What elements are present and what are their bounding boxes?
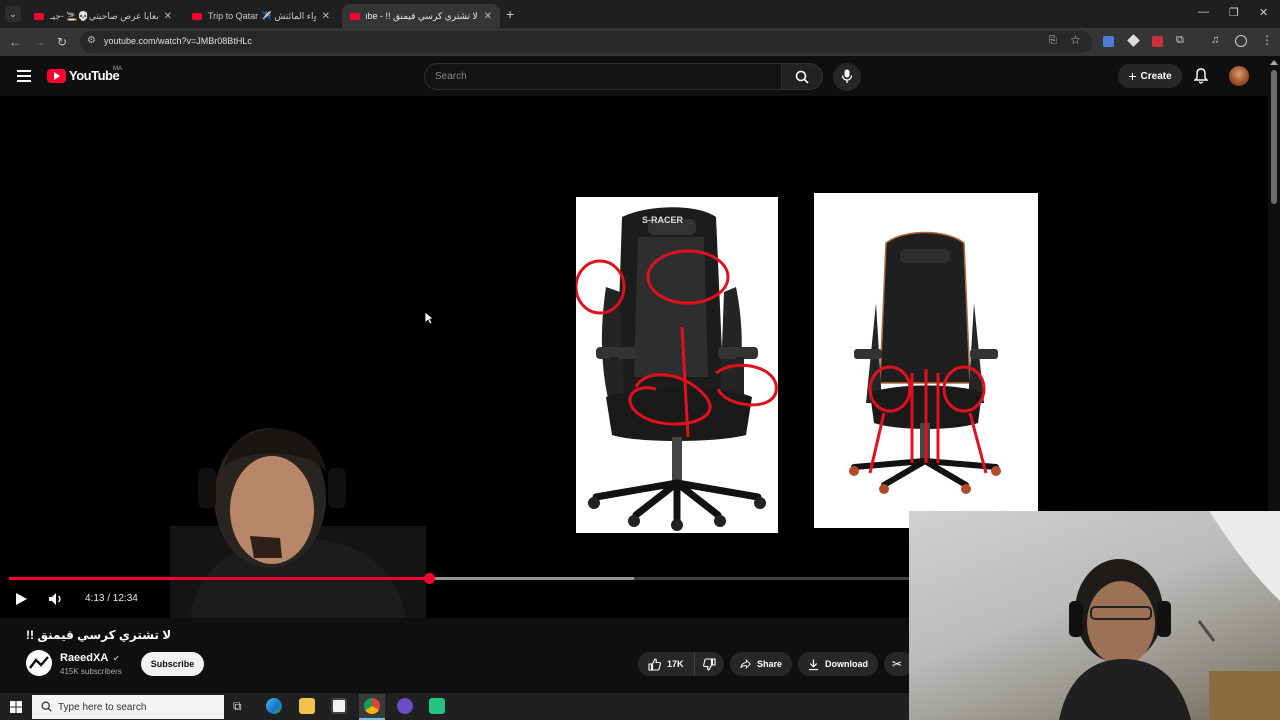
close-icon[interactable]: ✕	[478, 11, 492, 22]
tab-title: دوزو معايا عرص صاحبتي💀🚬 -جيـ	[50, 10, 158, 21]
browser-tab-3-active[interactable]: لا تشتري كرسي قيمنق !! - YouTube ✕	[342, 4, 500, 28]
video-timecode: 4:13 / 12:34	[85, 593, 138, 604]
progress-played	[9, 577, 429, 580]
extension-red-icon[interactable]	[1152, 36, 1163, 47]
subscribe-button[interactable]: Subscribe	[141, 652, 204, 676]
search-button[interactable]	[781, 63, 823, 90]
create-label: Create	[1140, 70, 1172, 82]
channel-name-text: RaeedXA	[60, 652, 108, 664]
notifications-bell-icon[interactable]	[1194, 68, 1208, 84]
download-label: Download	[825, 659, 868, 669]
channel-name[interactable]: RaeedXA ✔	[60, 652, 120, 664]
volume-icon[interactable]	[48, 592, 64, 606]
video-title: لا تشتري كرسي قيمنق !!	[26, 628, 172, 642]
media-control-icon[interactable]: ♫	[1211, 34, 1219, 46]
chrome-browser-icon[interactable]	[364, 698, 380, 714]
youtube-favicon-icon	[192, 12, 202, 20]
chair-brand-text: S-RACER	[642, 215, 684, 225]
scrollbar-thumb[interactable]	[1271, 70, 1277, 204]
subscriber-count: 415K subscribers	[60, 667, 122, 676]
account-avatar[interactable]	[1229, 66, 1249, 86]
share-button[interactable]: Share	[730, 652, 792, 676]
new-tab-button[interactable]: +	[506, 6, 514, 22]
webcam-overlay	[909, 511, 1280, 720]
close-icon[interactable]: ✕	[158, 11, 172, 22]
download-icon	[808, 658, 819, 670]
back-icon[interactable]: ←	[9, 35, 21, 49]
youtube-favicon-icon	[34, 12, 44, 20]
translate-extension-icon[interactable]	[1103, 36, 1114, 47]
window-close-icon[interactable]: ✕	[1259, 6, 1268, 19]
like-button[interactable]: 17K	[638, 652, 694, 676]
thumbs-down-icon	[703, 657, 716, 671]
bookmark-star-icon[interactable]: ☆	[1070, 33, 1081, 47]
green-app-icon[interactable]	[429, 698, 445, 714]
taskbar-search-placeholder: Type here to search	[58, 701, 147, 713]
channel-logo-icon	[29, 656, 49, 669]
search-placeholder: Search	[435, 71, 467, 82]
profile-icon[interactable]	[1235, 35, 1247, 47]
chair-image-right	[814, 193, 1038, 528]
plus-icon: +	[1128, 68, 1137, 84]
youtube-play-logo-icon	[47, 68, 66, 83]
forward-icon[interactable]: →	[33, 35, 45, 49]
tab-title: لا تشتري كرسي قيمنق !! - YouTube	[366, 10, 478, 21]
streamer-video-figure	[170, 398, 426, 618]
edge-browser-icon[interactable]	[266, 698, 282, 714]
voice-search-button[interactable]	[833, 63, 861, 91]
microphone-icon	[841, 69, 853, 83]
search-icon	[41, 701, 52, 712]
scroll-up-arrow-icon[interactable]	[1270, 60, 1278, 65]
channel-avatar[interactable]	[26, 650, 52, 676]
share-icon	[740, 659, 751, 669]
restore-icon[interactable]: ❐	[1229, 6, 1239, 19]
thumbs-up-icon	[648, 657, 661, 671]
taskbar-search-input[interactable]: Type here to search	[32, 695, 224, 719]
search-input[interactable]: Search	[424, 63, 782, 90]
url-text: youtube.com/watch?v=JMBr08BtHLc	[104, 36, 252, 46]
search-icon	[795, 70, 809, 84]
hamburger-menu-icon[interactable]	[17, 70, 31, 82]
share-label: Share	[756, 659, 782, 669]
tab-title: Trip to Qatar ✈️ في أجواء المائتش	[208, 10, 316, 21]
browser-tab-2[interactable]: Trip to Qatar ✈️ في أجواء المائتش ✕	[184, 4, 338, 28]
browser-menu-icon[interactable]: ⋮	[1261, 33, 1273, 47]
mouse-cursor-icon	[424, 311, 434, 325]
youtube-logo[interactable]: YouTube	[47, 68, 120, 83]
progress-scrubber-handle[interactable]	[424, 573, 435, 584]
windows-start-icon[interactable]	[10, 701, 22, 713]
region-code: MA	[113, 66, 122, 72]
scissors-icon: ✂	[892, 657, 903, 671]
extensions-puzzle-icon[interactable]: ⧉	[1176, 34, 1184, 47]
verified-check-icon: ✔	[112, 654, 120, 663]
dislike-button[interactable]	[694, 652, 724, 676]
file-explorer-icon[interactable]	[299, 698, 315, 714]
like-count: 17K	[667, 659, 684, 669]
youtube-logo-text: YouTube	[69, 68, 120, 83]
youtube-favicon-icon	[350, 12, 360, 20]
play-icon[interactable]	[14, 592, 28, 606]
reload-icon[interactable]: ↻	[57, 35, 67, 49]
create-button[interactable]: + Create	[1118, 64, 1182, 88]
site-info-icon[interactable]: ⚙	[87, 35, 96, 46]
minimize-icon[interactable]: —	[1198, 6, 1209, 18]
microsoft-store-icon[interactable]	[331, 698, 347, 714]
download-button[interactable]: Download	[798, 652, 878, 676]
chair-image-left: S-RACER	[574, 197, 778, 533]
task-view-icon[interactable]: ⧉	[233, 699, 242, 714]
streaming-app-icon[interactable]	[397, 698, 413, 714]
close-icon[interactable]: ✕	[316, 11, 330, 22]
tab-search-button[interactable]: ⌄	[5, 6, 21, 22]
install-app-icon[interactable]: ⎘	[1049, 35, 1057, 46]
browser-tab-1[interactable]: دوزو معايا عرص صاحبتي💀🚬 -جيـ ✕	[26, 4, 180, 28]
